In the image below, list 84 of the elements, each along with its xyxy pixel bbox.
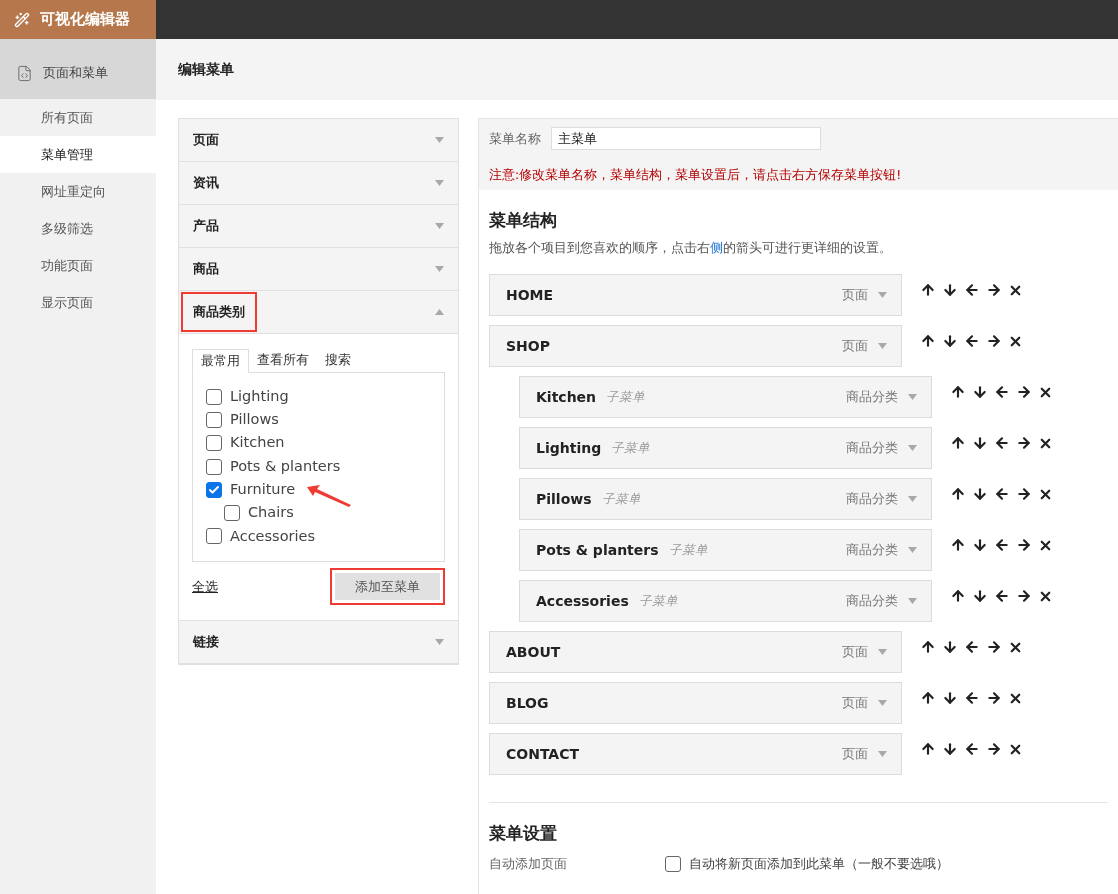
category-label: Pots & planters: [230, 456, 341, 476]
item-type: 页面: [842, 642, 868, 661]
menu-item-title: Pots & planters: [536, 540, 659, 560]
category-label: Accessories: [230, 526, 315, 546]
menu-item-title: BLOG: [506, 693, 549, 713]
checkbox[interactable]: [206, 435, 222, 452]
structure-hint: 拖放各个项目到您喜欢的顺序，点击右侧的箭头可进行更详细的设置。: [489, 239, 893, 258]
checkbox[interactable]: [206, 481, 222, 498]
menu-item-title: SHOP: [506, 336, 550, 356]
item-type: 商品分类: [846, 591, 898, 610]
sidebar-header[interactable]: 页面和菜单: [0, 39, 156, 99]
accordion-header[interactable]: 商品: [179, 248, 458, 291]
section-title: 页面: [192, 131, 220, 150]
category-label: Pillows: [230, 410, 279, 430]
sidebar-item[interactable]: 菜单管理: [0, 136, 156, 173]
menu-item-title: CONTACT: [506, 744, 579, 764]
section-title: 资讯: [192, 174, 220, 193]
item-type: 商品分类: [846, 540, 898, 559]
checkbox[interactable]: [665, 855, 681, 872]
accordion-header[interactable]: 产品: [179, 205, 458, 248]
submenu-tag: 子菜单: [611, 438, 651, 458]
menu-name-input[interactable]: 主菜单: [551, 127, 821, 150]
checkbox[interactable]: [224, 505, 240, 522]
menu-item[interactable]: Lighting 子菜单 商品分类: [519, 427, 932, 469]
submenu-tag: 子菜单: [638, 591, 678, 611]
checkbox[interactable]: [206, 458, 222, 475]
section-title: 商品类别: [181, 292, 257, 332]
checkbox[interactable]: [206, 388, 222, 405]
category-label: Lighting: [230, 386, 289, 406]
menu-item[interactable]: Pots & planters 子菜单 商品分类: [519, 529, 932, 571]
sidebar-header-label: 页面和菜单: [43, 64, 108, 83]
menu-item[interactable]: Accessories 子菜单 商品分类: [519, 580, 932, 622]
section-title: 链接: [191, 633, 220, 652]
category-label: Kitchen: [230, 433, 285, 453]
accordion-header[interactable]: 商品类别: [179, 291, 458, 334]
menu-item-title: HOME: [506, 285, 554, 305]
add-to-menu-button[interactable]: 添加至菜单: [335, 573, 440, 600]
item-type: 商品分类: [846, 438, 898, 457]
accordion-header[interactable]: 链接: [179, 621, 458, 664]
checkbox[interactable]: [206, 528, 222, 545]
menu-item-title: Kitchen: [536, 387, 597, 407]
magic-wand-icon: [14, 11, 30, 28]
select-all-link[interactable]: 全选: [192, 576, 218, 597]
menu-item[interactable]: Kitchen 子菜单 商品分类: [519, 376, 932, 418]
item-type: 页面: [842, 744, 868, 763]
menu-item[interactable]: SHOP 页面: [489, 325, 902, 367]
item-type: 页面: [842, 693, 868, 712]
menu-item[interactable]: BLOG 页面: [489, 682, 902, 724]
accordion-header[interactable]: 页面: [179, 119, 458, 162]
hint-link[interactable]: 侧: [710, 240, 723, 256]
panel-tab[interactable]: 查看所有: [249, 348, 317, 372]
item-type: 商品分类: [846, 489, 898, 508]
checkmark-icon: [208, 483, 220, 496]
menu-item[interactable]: ABOUT 页面: [489, 631, 902, 673]
submenu-tag: 子菜单: [668, 540, 708, 560]
menu-item[interactable]: HOME 页面: [489, 274, 902, 316]
section-heading: 菜单结构: [489, 208, 558, 232]
menu-item-title: Accessories: [536, 591, 629, 611]
section-heading: 菜单设置: [489, 822, 558, 845]
section-title: 商品: [192, 260, 220, 279]
menu-item[interactable]: Pillows 子菜单 商品分类: [519, 478, 932, 520]
item-type: 页面: [842, 285, 868, 304]
notice-text: 注意:修改菜单名称，菜单结构，菜单设置后，请点击右方保存菜单按钮!: [489, 166, 903, 184]
code-file-icon: [16, 64, 33, 82]
section-title: 产品: [192, 217, 220, 236]
menu-item[interactable]: CONTACT 页面: [489, 733, 902, 775]
item-type: 页面: [842, 336, 868, 355]
brand-title: 可视化编辑器: [40, 9, 130, 31]
category-label: Chairs: [248, 503, 294, 523]
panel-tab[interactable]: 搜索: [317, 348, 359, 372]
submenu-tag: 子菜单: [606, 387, 646, 407]
page-title: 编辑菜单: [178, 60, 234, 79]
panel-tab[interactable]: 最常用: [192, 349, 249, 373]
checkbox[interactable]: [206, 411, 222, 428]
accordion-header[interactable]: 资讯: [179, 162, 458, 205]
menu-item-title: Lighting: [536, 438, 602, 458]
submenu-tag: 子菜单: [601, 489, 641, 509]
menu-item-title: Pillows: [536, 489, 592, 509]
category-label: Furniture: [230, 479, 296, 499]
menu-name-label: 菜单名称: [489, 129, 541, 148]
setting-option-label: 自动将新页面添加到此菜单（一般不要选哦）: [689, 854, 949, 873]
item-type: 商品分类: [846, 387, 898, 406]
setting-label: 自动添加页面: [489, 854, 568, 873]
menu-item-title: ABOUT: [506, 642, 561, 662]
